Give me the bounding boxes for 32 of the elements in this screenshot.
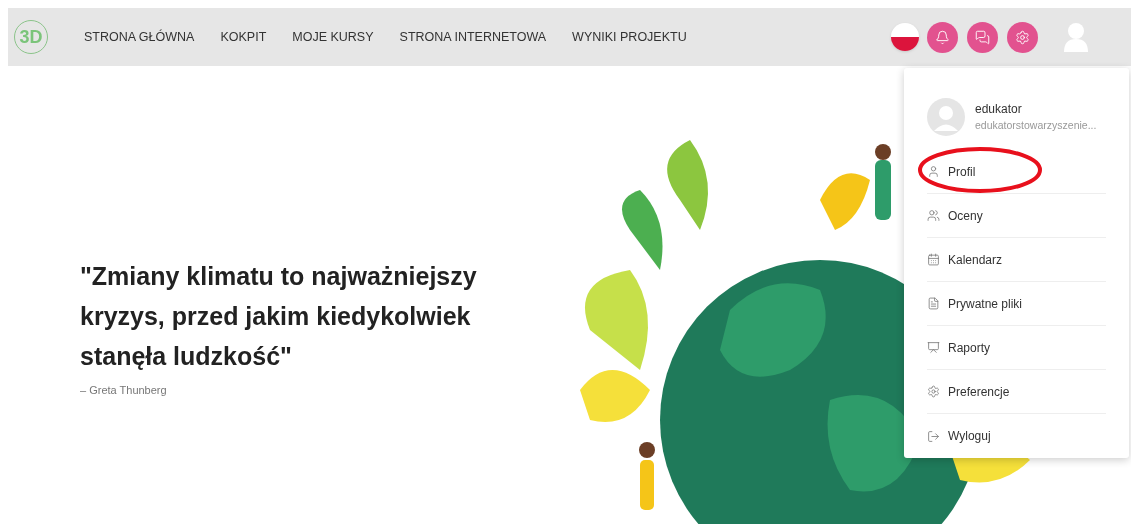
menu-item[interactable]: Raporty (927, 338, 991, 357)
menu-item-icon (927, 429, 940, 443)
settings-button[interactable] (1007, 21, 1038, 53)
settings-icon (1015, 29, 1030, 45)
user-name: edukator (975, 101, 1023, 119)
nav-link[interactable]: KOKPIT (220, 27, 267, 47)
user-icon (1063, 22, 1089, 52)
bell-icon (935, 29, 950, 45)
nav-link[interactable]: STRONA INTERNETOWA (399, 27, 547, 47)
nav-link[interactable]: STRONA GŁÓWNA (84, 27, 195, 47)
menu-item[interactable]: Kalendarz (927, 250, 1003, 269)
menu-item-icon (927, 297, 940, 310)
quote-text: "Zmiany klimatu to najważniejszy kryzys, przed jakim kiedykolwiek stanęła ludzkość" (80, 261, 478, 372)
messages-button[interactable] (967, 21, 998, 53)
menu-item[interactable]: Profil (927, 162, 976, 181)
nav-link[interactable]: WYNIKI PROJEKTU (572, 27, 687, 47)
menu-item-icon (927, 165, 940, 178)
menu-item-icon (927, 209, 940, 222)
menu-item-icon (927, 253, 940, 266)
avatar-icon (927, 98, 965, 136)
quote-author: – Greta Thunberg (80, 383, 168, 398)
menu-item[interactable]: Oceny (927, 206, 983, 225)
notifications-button[interactable] (927, 21, 958, 53)
nav-link[interactable]: MOJE KURSY (292, 27, 374, 47)
menu-item[interactable]: Wyloguj (927, 427, 991, 445)
menu-item[interactable]: Preferencje (927, 382, 1010, 401)
chat-bubbles-icon (975, 29, 990, 45)
flag-button[interactable] (891, 23, 919, 51)
menu-item-icon (927, 385, 940, 398)
user-email: edukatorstowarzyszenie... (975, 118, 1097, 134)
menu-item[interactable]: Prywatne pliki (927, 294, 1023, 313)
menu-item-icon (927, 341, 940, 354)
